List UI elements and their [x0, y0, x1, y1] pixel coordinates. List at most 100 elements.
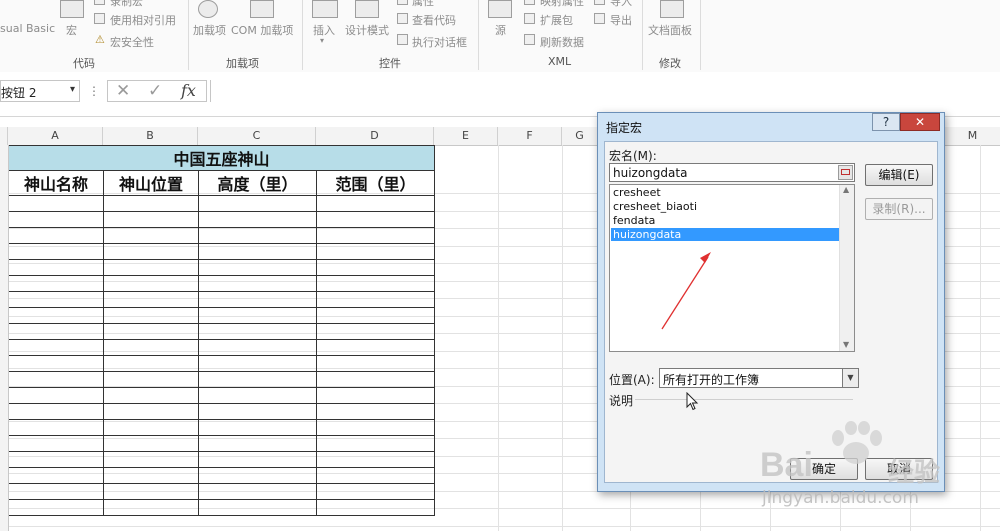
table-cell[interactable] [103, 259, 199, 276]
row-headers[interactable] [0, 145, 9, 531]
table-cell[interactable] [103, 243, 199, 260]
table-cell[interactable] [103, 387, 199, 404]
table-cell[interactable] [8, 419, 104, 436]
column-header[interactable]: C [198, 127, 316, 145]
table-cell[interactable] [103, 195, 199, 212]
column-header[interactable]: E [434, 127, 498, 145]
list-scrollbar[interactable]: ▲ ▼ [839, 185, 854, 351]
table-cell[interactable] [316, 403, 435, 420]
record-button[interactable]: 录制(R)... [865, 198, 933, 220]
table-cell[interactable] [103, 275, 199, 292]
table-cell[interactable] [316, 307, 435, 324]
map-properties-button[interactable]: 映射属性 [540, 0, 584, 9]
table-cell[interactable] [198, 483, 317, 500]
table-header-cell[interactable]: 范围（里） [316, 170, 435, 196]
table-header-cell[interactable]: 高度（里） [198, 170, 317, 196]
table-cell[interactable] [316, 227, 435, 244]
table-cell[interactable] [8, 355, 104, 372]
table-cell[interactable] [198, 275, 317, 292]
macro-list[interactable]: cresheet cresheet_biaoti fendata huizong… [609, 184, 855, 352]
table-cell[interactable] [8, 275, 104, 292]
table-cell[interactable] [8, 371, 104, 388]
com-addins-button[interactable]: COM 加载项 [231, 22, 293, 38]
table-cell[interactable] [198, 371, 317, 388]
table-cell[interactable] [198, 499, 317, 516]
table-cell[interactable] [103, 211, 199, 228]
table-cell[interactable] [103, 371, 199, 388]
table-cell[interactable] [8, 467, 104, 484]
table-cell[interactable] [103, 339, 199, 356]
table-cell[interactable] [316, 339, 435, 356]
formula-input[interactable] [210, 80, 1000, 102]
table-cell[interactable] [198, 435, 317, 452]
table-cell[interactable] [103, 435, 199, 452]
table-cell[interactable] [198, 339, 317, 356]
table-cell[interactable] [316, 355, 435, 372]
table-cell[interactable] [8, 227, 104, 244]
table-cell[interactable] [316, 211, 435, 228]
table-cell[interactable] [8, 435, 104, 452]
table-cell[interactable] [8, 307, 104, 324]
table-cell[interactable] [198, 243, 317, 260]
table-cell[interactable] [103, 291, 199, 308]
table-cell[interactable] [103, 227, 199, 244]
table-cell[interactable] [103, 419, 199, 436]
table-cell[interactable] [103, 467, 199, 484]
table-header-cell[interactable]: 神山位置 [103, 170, 199, 196]
formula-bar-resize-icon[interactable]: ⋮ [88, 84, 100, 98]
column-header[interactable]: M [945, 127, 1000, 145]
refresh-data-button[interactable]: 刷新数据 [540, 34, 584, 50]
table-cell[interactable] [316, 451, 435, 468]
chevron-down-icon[interactable]: ▾ [70, 84, 75, 95]
table-cell[interactable] [8, 323, 104, 340]
import-button[interactable]: 导入 [610, 0, 632, 9]
table-cell[interactable] [198, 211, 317, 228]
addins-button[interactable]: 加载项 [193, 22, 226, 38]
table-cell[interactable] [8, 499, 104, 516]
table-cell[interactable] [316, 387, 435, 404]
table-cell[interactable] [316, 275, 435, 292]
table-cell[interactable] [198, 323, 317, 340]
list-item-selected[interactable]: huizongdata [611, 228, 841, 241]
properties-button[interactable]: 属性 [412, 0, 434, 9]
name-box[interactable]: 按钮 2 ▾ [0, 80, 80, 102]
table-cell[interactable] [8, 243, 104, 260]
table-cell[interactable] [316, 243, 435, 260]
table-cell[interactable] [198, 403, 317, 420]
table-cell[interactable] [198, 291, 317, 308]
table-cell[interactable] [316, 371, 435, 388]
table-cell[interactable] [198, 419, 317, 436]
record-macro-button[interactable]: 录制宏 [110, 0, 143, 9]
table-cell[interactable] [198, 451, 317, 468]
table-cell[interactable] [316, 435, 435, 452]
document-panel-button[interactable]: 文档面板 [648, 22, 692, 38]
table-cell[interactable] [8, 291, 104, 308]
close-button[interactable]: ✕ [900, 113, 940, 131]
table-cell[interactable] [316, 467, 435, 484]
expansion-pack-button[interactable]: 扩展包 [540, 12, 573, 28]
scroll-down-icon[interactable]: ▼ [843, 340, 849, 349]
table-cell[interactable] [103, 499, 199, 516]
table-cell[interactable] [316, 419, 435, 436]
table-cell[interactable] [103, 451, 199, 468]
column-header[interactable]: A [8, 127, 103, 145]
table-cell[interactable] [316, 195, 435, 212]
list-item[interactable]: cresheet [611, 186, 841, 199]
enter-icon[interactable]: ✓ [148, 81, 162, 101]
table-cell[interactable] [103, 307, 199, 324]
column-header[interactable]: B [103, 127, 198, 145]
table-cell[interactable] [8, 211, 104, 228]
table-cell[interactable] [316, 483, 435, 500]
table-cell[interactable] [103, 403, 199, 420]
table-cell[interactable] [8, 195, 104, 212]
table-cell[interactable] [8, 483, 104, 500]
macro-name-input[interactable]: huizongdata [609, 163, 855, 182]
table-cell[interactable] [103, 323, 199, 340]
table-cell[interactable] [198, 227, 317, 244]
table-cell[interactable] [8, 403, 104, 420]
collapse-dialog-icon[interactable] [838, 165, 853, 180]
table-cell[interactable] [198, 195, 317, 212]
table-cell[interactable] [316, 291, 435, 308]
table-header-cell[interactable]: 神山名称 [8, 170, 104, 196]
chevron-down-icon[interactable]: ▼ [842, 369, 858, 387]
